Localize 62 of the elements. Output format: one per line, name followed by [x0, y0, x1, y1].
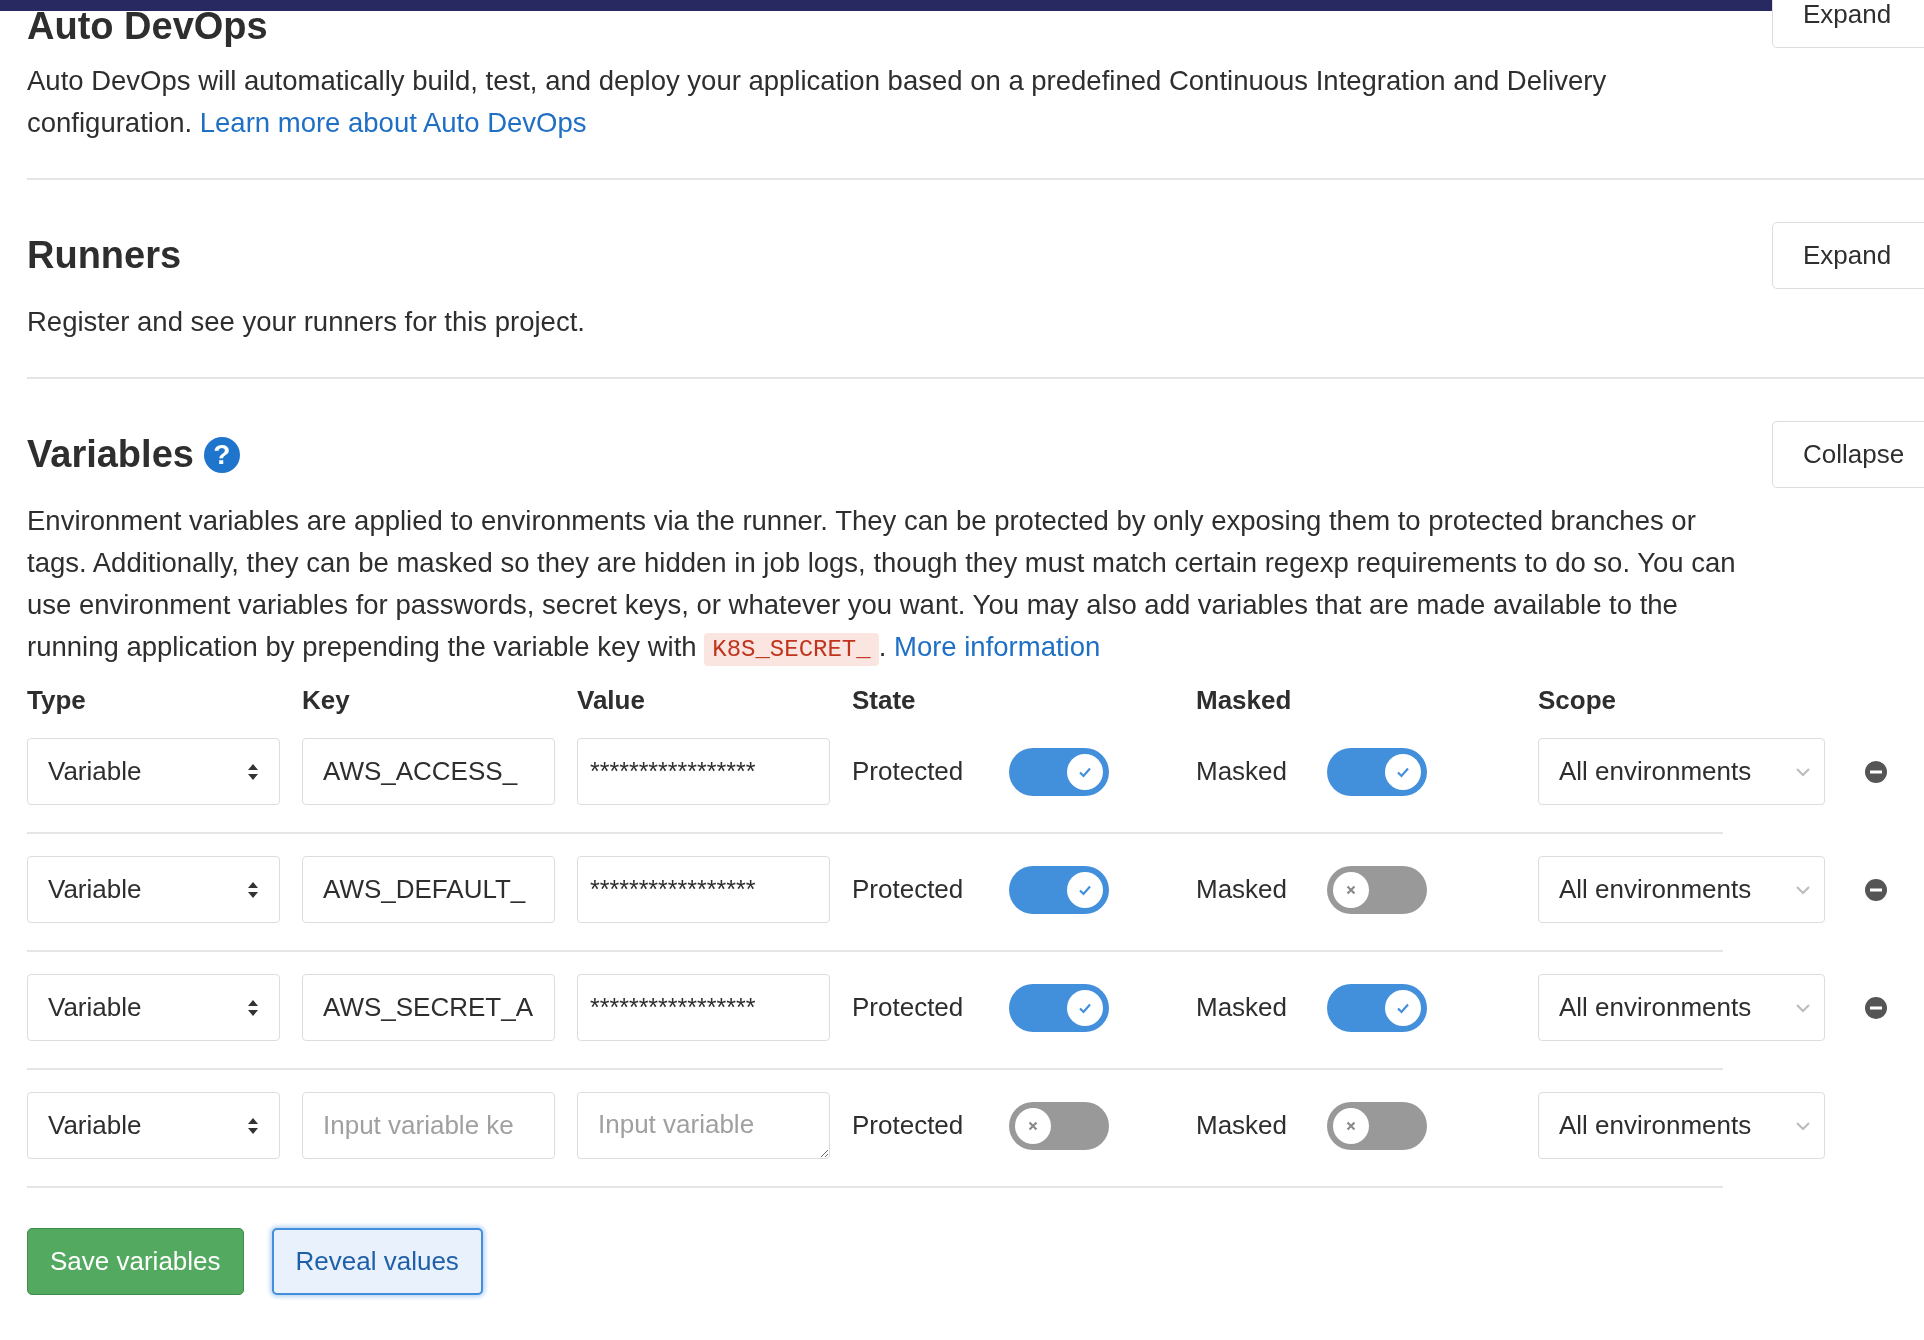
toggle-label: Masked [1196, 992, 1289, 1023]
remove-icon[interactable] [1865, 760, 1887, 783]
remove-icon[interactable] [1865, 878, 1887, 901]
remove-icon[interactable] [1865, 996, 1887, 1019]
expand-button[interactable]: Expand [1772, 0, 1924, 48]
collapse-button[interactable]: Collapse [1772, 421, 1924, 488]
up-down-icon [247, 880, 259, 899]
protected-toggle[interactable] [1009, 747, 1109, 796]
column-header: Type [27, 685, 87, 716]
help-icon[interactable]: ? [203, 436, 240, 473]
scope-select[interactable]: All environments [1538, 738, 1825, 805]
up-down-icon [247, 1116, 259, 1135]
value-field[interactable]: ***************** [577, 856, 830, 923]
toggle-label: Protected [852, 756, 965, 787]
expand-button[interactable]: Expand [1772, 222, 1924, 289]
column-header: Key [302, 685, 351, 716]
toggle-label: Masked [1196, 874, 1289, 905]
key-field[interactable]: Input variable ke [302, 1092, 555, 1159]
section-description: Register and see your runners for this project. [27, 305, 586, 339]
more-information-link[interactable]: More information [893, 631, 1101, 662]
column-header: Scope [1538, 685, 1618, 716]
protected-toggle[interactable] [1009, 865, 1109, 914]
toggle-label: Protected [852, 1110, 965, 1141]
value-field[interactable]: ***************** [577, 974, 830, 1041]
section-title: Runners [27, 234, 182, 277]
key-field[interactable]: AWS_DEFAULT_ [302, 856, 555, 923]
type-select[interactable]: Variable [27, 856, 280, 923]
masked-toggle[interactable] [1327, 865, 1427, 914]
type-select[interactable]: Variable [27, 974, 280, 1041]
up-down-icon [247, 998, 259, 1017]
protected-toggle[interactable] [1009, 1101, 1109, 1150]
scope-select[interactable]: All environments [1538, 856, 1825, 923]
column-header: Masked [1196, 685, 1293, 716]
type-select[interactable]: Variable [27, 1092, 280, 1159]
chevron-down-icon [1796, 884, 1810, 895]
chevron-down-icon [1796, 766, 1810, 777]
section-description: Auto DevOps will automatically build, test, and deploy your application based on a predefined Continuous Integration and Delivery configuration. Learn more about Auto DevOps [27, 64, 1608, 140]
chevron-down-icon [1796, 1120, 1810, 1131]
toggle-label: Protected [852, 992, 965, 1023]
scope-select[interactable]: All environments [1538, 974, 1825, 1041]
toggle-label: Protected [852, 874, 965, 905]
section-description: Environment variables are applied to environments via the runner. They can be protected by only exposing them to protected branches or tags. Additionally, they can be masked so they are hidden in job logs, though they must match certain regexp requirements to do so. You can use environment variables for passwords, secret keys, or whatever you want. You may also add variables that are made available to the running application by prepending the variable key with K8S_SECRET_ . More information [27, 500, 1747, 671]
section-title: Variables [27, 433, 194, 476]
masked-toggle[interactable] [1327, 1101, 1427, 1150]
section-title: Auto DevOps [27, 5, 268, 48]
value-field[interactable]: ***************** [577, 738, 830, 805]
reveal-values-button[interactable]: Reveal values [271, 1228, 483, 1295]
key-field[interactable]: AWS_ACCESS_ [302, 738, 555, 805]
type-select[interactable]: Variable [27, 738, 280, 805]
toggle-label: Masked [1196, 1110, 1289, 1141]
toggle-label: Masked [1196, 756, 1289, 787]
column-header: Value [577, 685, 646, 716]
column-header: State [852, 685, 917, 716]
learn-more-link[interactable]: Learn more about Auto DevOps [199, 107, 587, 138]
chevron-down-icon [1796, 1002, 1810, 1013]
masked-toggle[interactable] [1327, 983, 1427, 1032]
value-field[interactable]: Input variable [577, 1092, 830, 1159]
masked-toggle[interactable] [1327, 747, 1427, 796]
protected-toggle[interactable] [1009, 983, 1109, 1032]
key-field[interactable]: AWS_SECRET_A [302, 974, 555, 1041]
scope-select[interactable]: All environments [1538, 1092, 1825, 1159]
up-down-icon [247, 762, 259, 781]
